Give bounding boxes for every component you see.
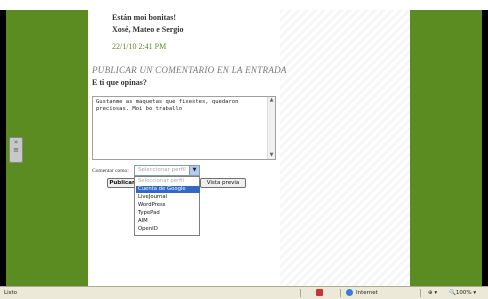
comment-textarea-value: Gustanme as maquetas que fixestes, queda… <box>96 99 242 112</box>
status-divider <box>420 289 421 297</box>
comment-author-block: Están moi bonitas! Xosé, Mateo e Sergio <box>112 12 184 36</box>
zoom-level[interactable]: 🔍100% ▾ <box>449 290 476 296</box>
globe-icon <box>346 289 353 296</box>
warning-icon[interactable] <box>316 289 323 296</box>
status-divider <box>340 289 341 297</box>
publish-button[interactable]: Publicar <box>107 178 137 188</box>
profile-option[interactable]: Cuenta de Google <box>136 186 200 193</box>
textarea-scrollbar[interactable]: ▲ ▼ <box>267 97 275 159</box>
profile-option[interactable]: WordPress <box>136 202 200 209</box>
status-zone: Internet <box>356 290 378 296</box>
side-panel-handle[interactable]: » ≡ <box>9 137 23 163</box>
comment-greeting: Están moi bonitas! <box>112 13 177 22</box>
chevron-down-icon[interactable]: ▼ <box>189 166 199 175</box>
scroll-down-arrow-icon[interactable]: ▼ <box>268 152 275 159</box>
profile-option[interactable]: AIM <box>136 218 200 225</box>
publish-comment-heading: PUBLICAR UN COMENTARIO EN LA ENTRADA <box>92 65 287 75</box>
profile-dropdown-list[interactable]: Seleccionar perfil Cuenta de Google Live… <box>134 176 200 236</box>
protected-mode-icon[interactable]: ⊕ ▾ <box>428 290 437 296</box>
page-background-right <box>410 10 482 286</box>
scroll-up-arrow-icon[interactable]: ▲ <box>268 97 275 104</box>
comment-signature: Xosé, Mateo e Sergio <box>112 25 184 34</box>
comment-textarea[interactable]: Gustanme as maquetas que fixestes, queda… <box>92 96 276 160</box>
comment-date-link[interactable]: 22/1/10 2:41 PM <box>112 42 166 51</box>
browser-status-bar: Listo Internet ⊕ ▾ 🔍100% ▾ <box>0 286 488 299</box>
preview-button[interactable]: Vista previa <box>200 178 246 188</box>
comment-as-label: Comentar como: <box>92 168 129 174</box>
profile-select[interactable]: Seleccionar perfil ▼ <box>134 165 200 176</box>
top-edge <box>0 0 488 10</box>
profile-option[interactable]: OpenID <box>136 226 200 233</box>
status-text: Listo <box>4 290 17 296</box>
profile-option[interactable]: LiveJournal <box>136 194 200 201</box>
profile-option[interactable]: TypePad <box>136 210 200 217</box>
zoom-value: 100% <box>455 290 472 296</box>
sidebar-area <box>280 10 410 286</box>
profile-select-value: Seleccionar perfil <box>138 167 186 173</box>
comment-question: E ti que opinas? <box>92 78 147 87</box>
profile-option[interactable]: Seleccionar perfil <box>136 178 200 185</box>
status-divider <box>300 289 301 297</box>
